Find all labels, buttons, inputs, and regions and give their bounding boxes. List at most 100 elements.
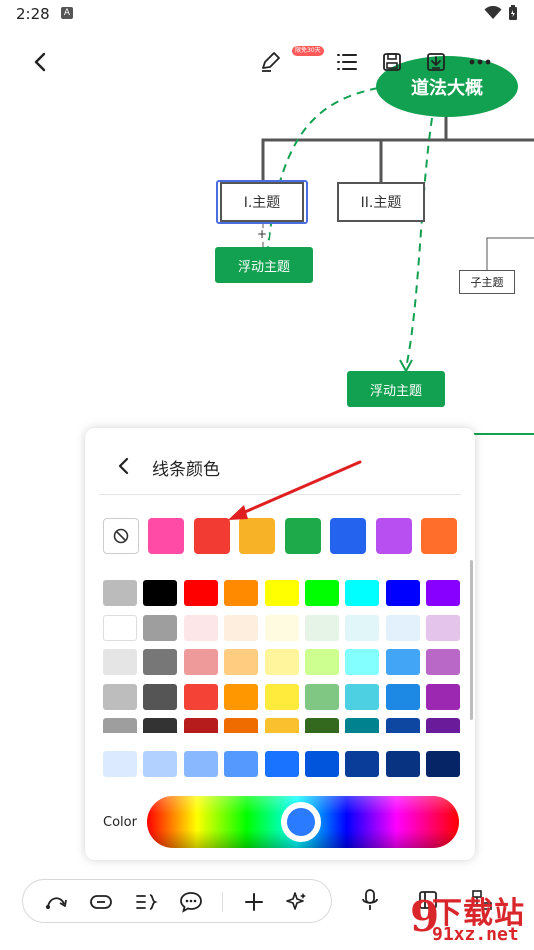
watermark-url: 91xz.net xyxy=(432,924,519,945)
color-grid-swatch[interactable] xyxy=(385,615,420,641)
grid-clip xyxy=(85,733,475,747)
microphone-icon xyxy=(362,889,378,910)
color-grid-swatch[interactable] xyxy=(385,649,420,675)
color-grid-swatch[interactable] xyxy=(345,649,380,675)
color-grid-swatch[interactable] xyxy=(143,684,178,710)
color-grid-swatch[interactable] xyxy=(103,684,137,710)
color-grid-swatch[interactable] xyxy=(426,684,461,710)
comment-icon xyxy=(180,892,202,913)
topic-2[interactable]: II.主题 xyxy=(337,182,425,222)
voice-button[interactable] xyxy=(354,884,386,916)
color-grid-swatch[interactable] xyxy=(103,649,137,675)
line-color-panel: 线条颜色 Color xyxy=(85,428,475,860)
recent-color-swatch[interactable] xyxy=(193,518,230,554)
blue-shade-swatch[interactable] xyxy=(426,751,461,777)
color-grid-swatch[interactable] xyxy=(264,615,299,641)
floating-topic-2[interactable]: 浮动主题 xyxy=(347,371,445,407)
color-grid-swatch[interactable] xyxy=(224,684,259,710)
top-toolbar xyxy=(0,40,534,84)
subtopic[interactable]: 子主题 xyxy=(459,270,515,294)
save-icon xyxy=(383,53,401,71)
export-button[interactable] xyxy=(418,40,454,84)
color-grid-swatch[interactable] xyxy=(143,615,178,641)
no-color-icon xyxy=(113,528,129,544)
color-grid-swatch[interactable] xyxy=(426,615,461,641)
outline-list-icon xyxy=(337,54,357,70)
panel-back-button[interactable] xyxy=(111,452,135,480)
blue-shade-swatch[interactable] xyxy=(183,751,218,777)
style-button[interactable] xyxy=(252,40,288,84)
divider xyxy=(99,494,461,495)
blue-shade-swatch[interactable] xyxy=(143,751,178,777)
recent-color-swatch[interactable] xyxy=(330,518,366,554)
ai-button[interactable] xyxy=(281,886,313,918)
blue-shade-swatch[interactable] xyxy=(305,751,339,777)
color-grid-swatch[interactable] xyxy=(264,684,299,710)
color-grid-swatch[interactable] xyxy=(183,615,218,641)
outline-button[interactable] xyxy=(329,40,365,84)
comment-button[interactable] xyxy=(175,886,207,918)
color-grid-swatch[interactable] xyxy=(385,580,420,606)
color-grid-swatch[interactable] xyxy=(143,649,178,675)
connector-button[interactable] xyxy=(41,886,73,918)
recent-color-swatch[interactable] xyxy=(239,518,275,554)
topic-1[interactable]: I.主题 xyxy=(220,182,304,222)
color-grid-swatch[interactable] xyxy=(143,580,178,606)
subtopic-button[interactable] xyxy=(85,886,117,918)
color-grid-swatch[interactable] xyxy=(345,684,380,710)
recent-color-swatch[interactable] xyxy=(284,518,321,554)
color-grid-swatch[interactable] xyxy=(426,580,461,606)
site-watermark: 9 下载站 91xz.net xyxy=(410,888,534,950)
pen-icon xyxy=(262,52,280,72)
recent-color-swatch[interactable] xyxy=(148,518,184,554)
color-grid-swatch[interactable] xyxy=(264,580,299,606)
spectrum-knob[interactable] xyxy=(281,802,321,842)
back-button[interactable] xyxy=(22,40,58,84)
blue-shade-swatch[interactable] xyxy=(103,751,137,777)
ai-sparkle-icon xyxy=(286,892,306,910)
blue-shade-swatch[interactable] xyxy=(385,751,420,777)
recent-color-swatch[interactable] xyxy=(421,518,457,554)
add-icon xyxy=(245,893,263,911)
color-grid-swatch[interactable] xyxy=(305,615,339,641)
color-grid-swatch[interactable] xyxy=(345,615,380,641)
color-grid-swatch[interactable] xyxy=(183,649,218,675)
subtopic-icon xyxy=(90,895,112,909)
color-grid-swatch[interactable] xyxy=(183,684,218,710)
color-grid-swatch[interactable] xyxy=(305,684,339,710)
blue-shade-swatch[interactable] xyxy=(345,751,380,777)
blue-shade-swatch[interactable] xyxy=(264,751,299,777)
save-button[interactable] xyxy=(374,40,410,84)
floating-topic-1[interactable]: 浮动主题 xyxy=(215,247,313,283)
color-grid-swatch[interactable] xyxy=(305,649,339,675)
color-grid-swatch[interactable] xyxy=(103,580,137,606)
add-button[interactable] xyxy=(238,886,270,918)
color-grid-swatch[interactable] xyxy=(224,615,259,641)
chevron-left-icon xyxy=(118,457,129,475)
summary-button[interactable] xyxy=(131,886,163,918)
promo-badge: 限免30天 xyxy=(292,46,324,56)
color-grid-swatch[interactable] xyxy=(426,649,461,675)
color-grid-swatch[interactable] xyxy=(224,649,259,675)
color-grid-swatch[interactable] xyxy=(103,615,137,641)
color-grid-swatch[interactable] xyxy=(264,649,299,675)
app-screen: 2:28 A 道法大概 I.主题 II.主题 + 浮动主题 浮动主题 子主题 限… xyxy=(0,0,534,950)
blue-shade-swatch[interactable] xyxy=(224,751,259,777)
more-icon xyxy=(469,59,491,65)
color-spectrum-slider[interactable] xyxy=(147,796,459,848)
color-grid-swatch[interactable] xyxy=(345,580,380,606)
color-grid-swatch[interactable] xyxy=(385,684,420,710)
panel-scrollbar[interactable] xyxy=(470,560,473,720)
download-icon xyxy=(427,53,445,71)
recent-color-swatch[interactable] xyxy=(375,518,412,554)
color-grid-swatch[interactable] xyxy=(224,580,259,606)
connector-icon xyxy=(46,897,67,909)
panel-title: 线条颜色 xyxy=(152,460,220,480)
no-color-swatch[interactable] xyxy=(103,518,139,554)
color-grid-swatch[interactable] xyxy=(305,580,339,606)
color-label: Color xyxy=(103,815,137,830)
add-subtopic-icon[interactable]: + xyxy=(255,228,269,242)
color-grid-swatch[interactable] xyxy=(183,580,218,606)
more-button[interactable] xyxy=(462,40,498,84)
chevron-left-icon xyxy=(34,52,46,72)
